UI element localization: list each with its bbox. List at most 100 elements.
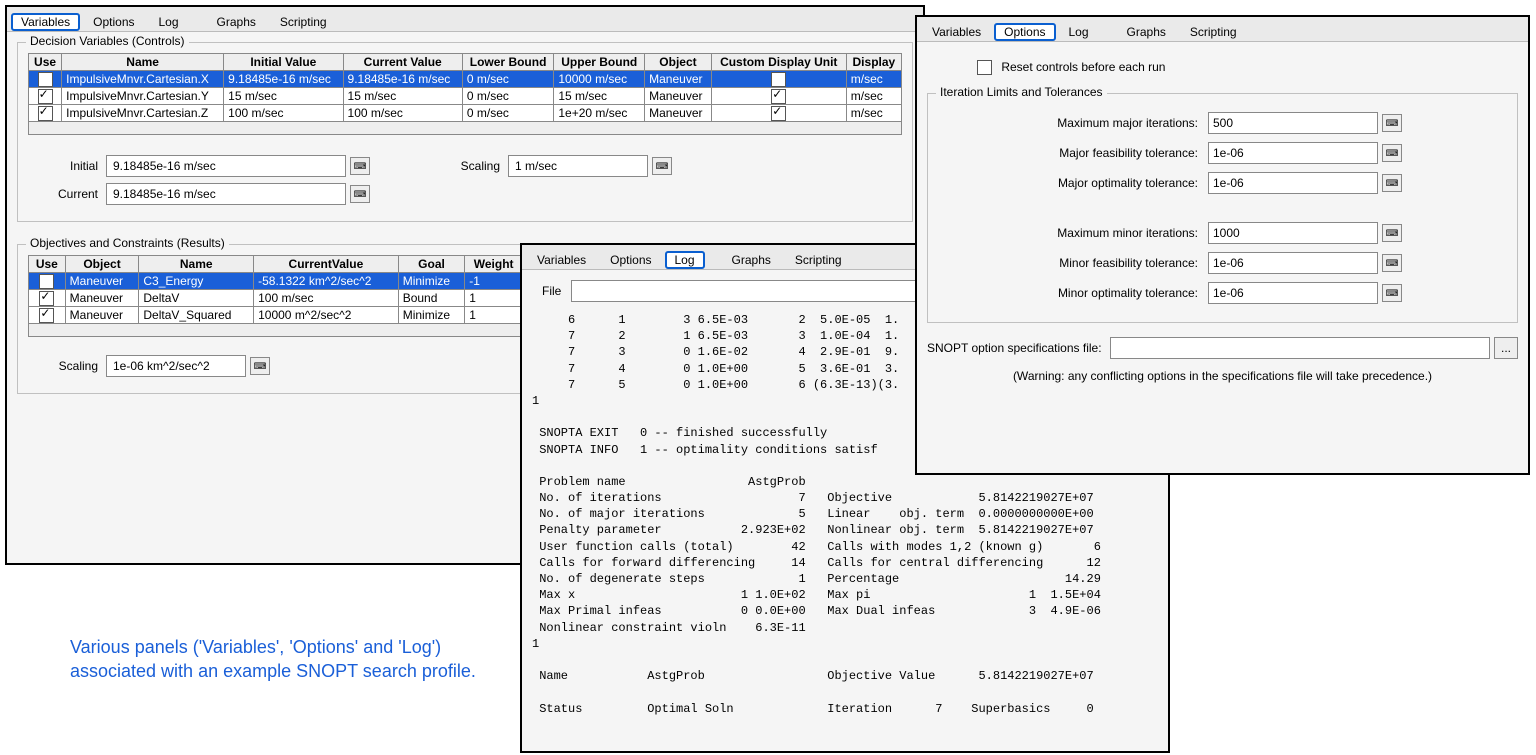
table-cell: Maneuver [65,273,139,290]
scaling2-field[interactable]: 1e-06 km^2/sec^2 [106,355,246,377]
table-cell [29,105,62,122]
option-label: Major feasibility tolerance: [938,146,1198,160]
table-cell: 1e+20 m/sec [554,105,645,122]
column-header[interactable]: Lower Bound [462,54,554,71]
column-header[interactable]: Use [29,256,66,273]
tab-graphs[interactable]: Graphs [721,250,782,269]
use-checkbox[interactable] [39,274,54,289]
reset-controls-checkbox[interactable] [977,60,992,75]
scaling2-label: Scaling [28,359,98,373]
option-input[interactable]: 1e-06 [1208,142,1378,164]
column-header[interactable]: Name [62,54,224,71]
tab-options[interactable]: Options [994,23,1055,41]
column-header[interactable]: Object [645,54,712,71]
column-header[interactable]: Object [65,256,139,273]
keyboard-icon[interactable]: ⌨ [1382,174,1402,192]
column-header[interactable]: Initial Value [224,54,343,71]
use-checkbox[interactable] [38,89,53,104]
custom-unit-checkbox[interactable] [771,106,786,121]
keyboard-icon[interactable]: ⌨ [350,157,370,175]
column-header[interactable]: Custom Display Unit [711,54,846,71]
table-row[interactable]: ImpulsiveMnvr.Cartesian.Y15 m/sec15 m/se… [29,88,902,105]
keyboard-icon[interactable]: ⌨ [1382,114,1402,132]
tab-scripting[interactable]: Scripting [269,12,338,31]
tab-log[interactable]: Log [665,251,705,269]
option-label: Maximum minor iterations: [938,226,1198,240]
tab-options[interactable]: Options [599,250,662,269]
tab-scripting[interactable]: Scripting [784,250,853,269]
tab-log[interactable]: Log [1058,22,1100,41]
table-cell: 1 [465,307,523,324]
keyboard-icon[interactable]: ⌨ [350,185,370,203]
custom-unit-checkbox[interactable] [771,89,786,104]
table-row[interactable]: ManeuverC3_Energy-58.1322 km^2/sec^2Mini… [29,273,523,290]
option-input[interactable]: 1000 [1208,222,1378,244]
table-row[interactable]: ImpulsiveMnvr.Cartesian.X9.18485e-16 m/s… [29,71,902,88]
column-header[interactable]: Use [29,54,62,71]
spec-file-field[interactable] [1110,337,1490,359]
tab-log[interactable]: Log [148,12,190,31]
scaling-label: Scaling [430,159,500,173]
objectives-title: Objectives and Constraints (Results) [26,236,229,250]
tab-graphs[interactable]: Graphs [1116,22,1177,41]
tabbar-options: Variables Options Log Graphs Scripting [917,17,1528,42]
table-cell: 10000 m^2/sec^2 [254,307,399,324]
browse-button[interactable]: ... [1494,337,1518,359]
table-cell: ImpulsiveMnvr.Cartesian.X [62,71,224,88]
option-input[interactable]: 1e-06 [1208,282,1378,304]
tab-variables[interactable]: Variables [921,22,992,41]
table-cell: m/sec [846,71,901,88]
option-input[interactable]: 500 [1208,112,1378,134]
column-header[interactable]: Upper Bound [554,54,645,71]
option-input[interactable]: 1e-06 [1208,172,1378,194]
column-header[interactable]: CurrentValue [254,256,399,273]
keyboard-icon[interactable]: ⌨ [1382,144,1402,162]
column-header[interactable]: Goal [398,256,465,273]
option-label: Maximum major iterations: [938,116,1198,130]
column-header[interactable]: Display [846,54,901,71]
use-checkbox[interactable] [38,72,53,87]
initial-label: Initial [28,159,98,173]
keyboard-icon[interactable]: ⌨ [250,357,270,375]
option-input[interactable]: 1e-06 [1208,252,1378,274]
column-header[interactable]: Weight [465,256,523,273]
tab-graphs[interactable]: Graphs [206,12,267,31]
current-field[interactable]: 9.18485e-16 m/sec [106,183,346,205]
table-cell: Maneuver [645,71,712,88]
decision-vars-table[interactable]: UseNameInitial ValueCurrent ValueLower B… [28,53,902,122]
table-row[interactable]: ManeuverDeltaV_Squared10000 m^2/sec^2Min… [29,307,523,324]
scaling-field[interactable]: 1 m/sec [508,155,648,177]
column-header[interactable]: Current Value [343,54,462,71]
column-header[interactable]: Name [139,256,254,273]
keyboard-icon[interactable]: ⌨ [1382,254,1402,272]
table-cell: -58.1322 km^2/sec^2 [254,273,399,290]
table-cell: 15 m/sec [224,88,343,105]
objectives-table[interactable]: UseObjectNameCurrentValueGoalWeight Mane… [28,255,523,324]
tab-options[interactable]: Options [82,12,145,31]
table-cell [29,273,66,290]
initial-field[interactable]: 9.18485e-16 m/sec [106,155,346,177]
options-window: Variables Options Log Graphs Scripting R… [915,15,1530,475]
option-label: Major optimality tolerance: [938,176,1198,190]
table-cell [711,71,846,88]
table-cell: 15 m/sec [343,88,462,105]
table-cell: 1 [465,290,523,307]
table-row[interactable]: ManeuverDeltaV100 m/secBound1 [29,290,523,307]
tab-variables[interactable]: Variables [11,13,80,31]
decision-vars-group: Decision Variables (Controls) UseNameIni… [17,42,913,222]
keyboard-icon[interactable]: ⌨ [652,157,672,175]
table-row[interactable]: ImpulsiveMnvr.Cartesian.Z100 m/sec100 m/… [29,105,902,122]
use-checkbox[interactable] [38,106,53,121]
use-checkbox[interactable] [39,308,54,323]
use-checkbox[interactable] [39,291,54,306]
keyboard-icon[interactable]: ⌨ [1382,284,1402,302]
table-cell: 15 m/sec [554,88,645,105]
tab-variables[interactable]: Variables [526,250,597,269]
table-cell [711,88,846,105]
tab-scripting[interactable]: Scripting [1179,22,1248,41]
reset-controls-label: Reset controls before each run [1001,60,1165,74]
objectives-group: Objectives and Constraints (Results) Use… [17,244,534,394]
file-label: File [542,284,561,298]
keyboard-icon[interactable]: ⌨ [1382,224,1402,242]
custom-unit-checkbox[interactable] [771,72,786,87]
